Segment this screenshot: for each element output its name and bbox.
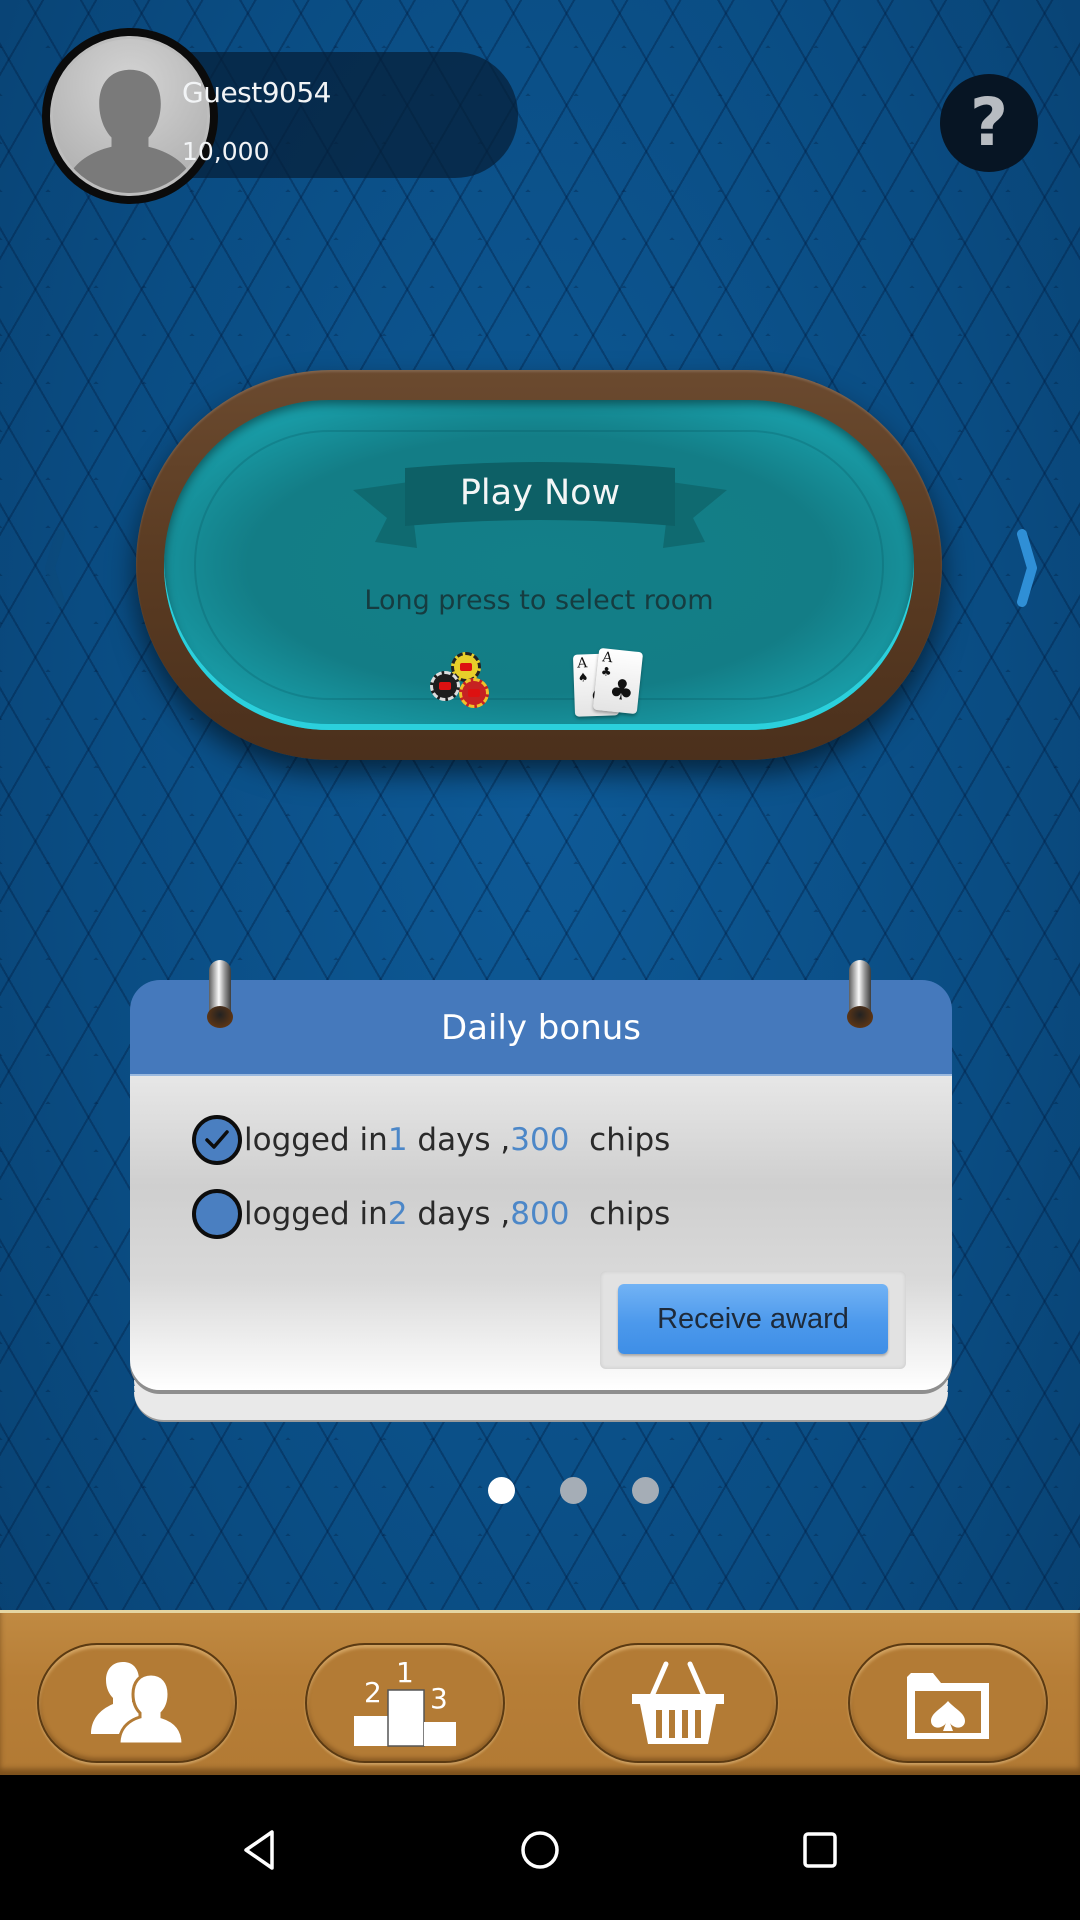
chevron-right-icon: [1017, 528, 1037, 607]
recent-apps-button[interactable]: [780, 1815, 860, 1885]
calendar-ring-icon: [847, 960, 873, 1030]
claimed-check-icon: [192, 1115, 242, 1165]
user-silhouette-icon: [68, 69, 192, 193]
chip-balance: 10,000: [182, 137, 270, 166]
unclaimed-circle-icon: [192, 1189, 242, 1239]
home-circle-icon: [521, 1831, 559, 1869]
play-now-banner[interactable]: Play Now: [353, 462, 727, 566]
bonus-row-day-2: logged in 2 days , 800 chips: [192, 1186, 670, 1242]
bonus-row-day-1: logged in 1 days , 300 chips: [192, 1112, 670, 1168]
recent-apps-square-icon: [803, 1832, 837, 1868]
ace-cards-icon: A ♠ ♠ A ♣ ♣: [572, 647, 650, 717]
player-profile[interactable]: [42, 28, 518, 204]
calendar-ring-icon: [207, 960, 233, 1030]
system-navigation-bar: [0, 1775, 1080, 1920]
carousel-prev-button[interactable]: [34, 525, 74, 610]
poker-chips-icon: [424, 652, 494, 712]
table-hint: Long press to select room: [364, 585, 714, 616]
bonus-days: 2: [387, 1196, 408, 1232]
bottom-toolbar: 2 1 3: [0, 1610, 1080, 1775]
podium-icon: 2 1 3: [354, 1658, 456, 1747]
home-button[interactable]: [500, 1815, 580, 1885]
daily-bonus-header: Daily bonus: [130, 980, 952, 1076]
username: Guest9054: [182, 76, 332, 109]
svg-text:3: 3: [430, 1682, 448, 1715]
page-dot-1[interactable]: [488, 1477, 515, 1504]
receive-award-button[interactable]: Receive award: [618, 1284, 888, 1354]
friends-button[interactable]: [37, 1643, 237, 1763]
svg-text:1: 1: [396, 1658, 414, 1689]
question-mark-icon: ?: [969, 84, 1009, 161]
carousel-next-button[interactable]: [1008, 525, 1048, 610]
playing-card: A ♣ ♣: [592, 647, 644, 715]
shop-button[interactable]: [578, 1643, 778, 1763]
page-dot-2[interactable]: [560, 1477, 587, 1504]
game-folder-button[interactable]: [848, 1643, 1048, 1763]
avatar[interactable]: [42, 28, 218, 204]
svg-text:2: 2: [364, 1676, 382, 1709]
help-button[interactable]: ?: [940, 74, 1038, 172]
bonus-chips: 300: [510, 1122, 570, 1158]
back-button[interactable]: [220, 1815, 300, 1885]
chevron-left-icon: [45, 528, 65, 607]
bonus-chips: 800: [510, 1196, 570, 1232]
spade-folder-icon: [907, 1673, 989, 1739]
leaderboard-button[interactable]: 2 1 3: [305, 1643, 505, 1763]
bonus-days: 1: [387, 1122, 408, 1158]
page-dot-3[interactable]: [632, 1477, 659, 1504]
back-triangle-icon: [244, 1830, 274, 1870]
daily-bonus-title: Daily bonus: [440, 1008, 642, 1048]
play-now-label: Play Now: [459, 473, 621, 513]
two-people-icon: [91, 1662, 185, 1746]
shopping-basket-icon: [632, 1661, 724, 1744]
